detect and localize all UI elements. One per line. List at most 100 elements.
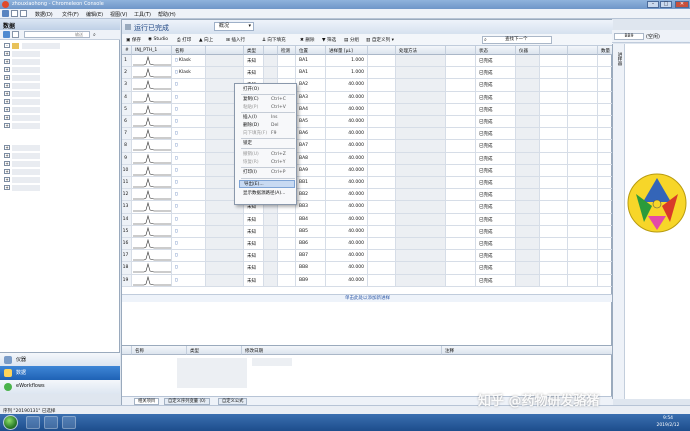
context-menu-item[interactable]: 锁定: [243, 140, 295, 148]
sample-name[interactable]: ▯: [172, 250, 206, 263]
find-icon[interactable]: ⌕: [484, 37, 487, 43]
chromatogram-thumbnail[interactable]: [132, 213, 172, 226]
chromatogram-thumbnail[interactable]: [132, 128, 172, 141]
chromatogram-thumbnail[interactable]: [132, 116, 172, 129]
group-button[interactable]: ▤ 分组: [344, 37, 359, 43]
chromatogram-thumbnail[interactable]: [132, 225, 172, 238]
tree-expander[interactable]: +: [4, 185, 10, 190]
tree-expander[interactable]: +: [4, 67, 10, 72]
chromatogram-thumbnail[interactable]: [132, 152, 172, 165]
sample-name[interactable]: ▯: [172, 91, 206, 104]
injection-volume[interactable]: 40.000: [326, 213, 368, 226]
sample-name[interactable]: ▯: [172, 164, 206, 177]
column-header[interactable]: 仪器: [516, 46, 540, 55]
tree-expander[interactable]: +: [4, 161, 10, 166]
injection-position[interactable]: BB9: [296, 274, 326, 287]
sample-name[interactable]: ▯: [172, 201, 206, 214]
column-header[interactable]: INJ_PTH_1: [132, 46, 172, 55]
injection-position[interactable]: BB8: [296, 262, 326, 275]
bottom-header-modified[interactable]: 修改日期: [242, 346, 442, 355]
injection-position[interactable]: BA9: [296, 164, 326, 177]
delete-button[interactable]: ✖ 删除: [300, 37, 315, 43]
injection-volume[interactable]: 40.000: [326, 103, 368, 116]
autosampler-tab[interactable]: 进样器: [613, 44, 625, 399]
tree-expander[interactable]: +: [4, 91, 10, 96]
menu-edit[interactable]: 编辑(E): [86, 11, 103, 18]
column-header[interactable]: [206, 46, 244, 55]
save-button[interactable]: ▣ 保存: [126, 37, 141, 43]
tree-search-input[interactable]: 输送: [24, 31, 90, 38]
context-menu-item[interactable]: 恢复(R) Ctrl+Y: [243, 159, 295, 167]
injection-position[interactable]: BA3: [296, 91, 326, 104]
injection-position[interactable]: BA8: [296, 152, 326, 165]
find-input[interactable]: 查找下一个: [482, 36, 552, 44]
tree-expander[interactable]: +: [4, 83, 10, 88]
injection-position[interactable]: BB4: [296, 213, 326, 226]
tree-item[interactable]: [12, 145, 40, 151]
chromatogram-thumbnail[interactable]: [132, 79, 172, 92]
start-button[interactable]: [3, 415, 18, 430]
taskbar-explorer-icon[interactable]: [26, 416, 40, 429]
injection-volume[interactable]: 40.000: [326, 250, 368, 263]
column-header[interactable]: [540, 46, 568, 55]
column-header[interactable]: 检测: [278, 46, 296, 55]
sample-name[interactable]: ▯: [172, 238, 206, 251]
injection-position[interactable]: BA1: [296, 55, 326, 68]
tree-item[interactable]: [12, 59, 40, 65]
chromatogram-thumbnail[interactable]: [132, 262, 172, 275]
tree-item[interactable]: [22, 43, 60, 49]
tree-expander[interactable]: +: [4, 59, 10, 64]
menu-data[interactable]: 数据(D): [35, 11, 53, 18]
studio-button[interactable]: ◉ Studio: [148, 37, 168, 42]
bottom-header-type[interactable]: 类型: [187, 346, 242, 355]
tree-expander[interactable]: +: [4, 145, 10, 150]
db-icon[interactable]: [3, 31, 10, 38]
column-header[interactable]: [264, 46, 278, 55]
close-button[interactable]: ✕: [675, 1, 689, 8]
tree-expander[interactable]: +: [4, 177, 10, 182]
menu-file[interactable]: 文件(F): [62, 11, 79, 18]
column-header[interactable]: 状态: [476, 46, 516, 55]
print-button[interactable]: ⎙ 打印: [177, 37, 191, 43]
sample-name[interactable]: ▯: [172, 262, 206, 275]
add-injection-row[interactable]: 单击此处以添加新进样: [122, 294, 613, 302]
maximize-button[interactable]: □: [660, 1, 672, 8]
tree-item[interactable]: [12, 107, 40, 113]
tree-expander[interactable]: +: [4, 153, 10, 158]
chromatogram-thumbnail[interactable]: [132, 164, 172, 177]
nav-data[interactable]: 数据: [0, 366, 120, 380]
tree-item[interactable]: [12, 185, 40, 191]
nav-instrument[interactable]: 仪器: [0, 352, 120, 366]
sample-name[interactable]: ▯: [172, 274, 206, 287]
tree-item[interactable]: [12, 161, 40, 167]
tree-item[interactable]: [12, 75, 40, 81]
tree-expander[interactable]: +: [4, 115, 10, 120]
chromatogram-thumbnail[interactable]: [132, 250, 172, 263]
context-menu-item[interactable]: 向下填充(F) F9: [243, 130, 295, 138]
minimize-button[interactable]: –: [647, 1, 659, 8]
injection-position[interactable]: BB2: [296, 189, 326, 202]
injection-position[interactable]: BB1: [296, 177, 326, 190]
nav-workflows[interactable]: eWorkflows: [0, 380, 120, 394]
taskbar-clock[interactable]: 9:54 2019/2/12: [650, 415, 686, 429]
chromatogram-thumbnail[interactable]: [132, 67, 172, 80]
sample-name[interactable]: ▯: [172, 128, 206, 141]
sample-name[interactable]: ▯: [172, 140, 206, 153]
context-menu-item[interactable]: 打印(I) Ctrl+P: [243, 169, 295, 177]
taskbar-app-icon[interactable]: [44, 416, 58, 429]
sample-name[interactable]: ▯: [172, 225, 206, 238]
tree-item[interactable]: [12, 83, 40, 89]
injection-position[interactable]: BB3: [296, 201, 326, 214]
chromatogram-thumbnail[interactable]: [132, 55, 172, 68]
sample-name[interactable]: ▯: [172, 213, 206, 226]
injection-volume[interactable]: 40.000: [326, 189, 368, 202]
bottom-header-comment[interactable]: 注释: [442, 346, 613, 355]
sample-name[interactable]: ▯: [172, 152, 206, 165]
context-menu-item[interactable]: 删除(D) Del: [243, 122, 295, 130]
insert-row-button[interactable]: ⊞ 插入行: [226, 37, 245, 43]
tab-custom-formula[interactable]: 自定义公式: [218, 398, 248, 405]
injection-volume[interactable]: 40.000: [326, 262, 368, 275]
injection-volume[interactable]: 40.000: [326, 140, 368, 153]
tree-item[interactable]: [12, 177, 40, 183]
injection-volume[interactable]: 40.000: [326, 128, 368, 141]
